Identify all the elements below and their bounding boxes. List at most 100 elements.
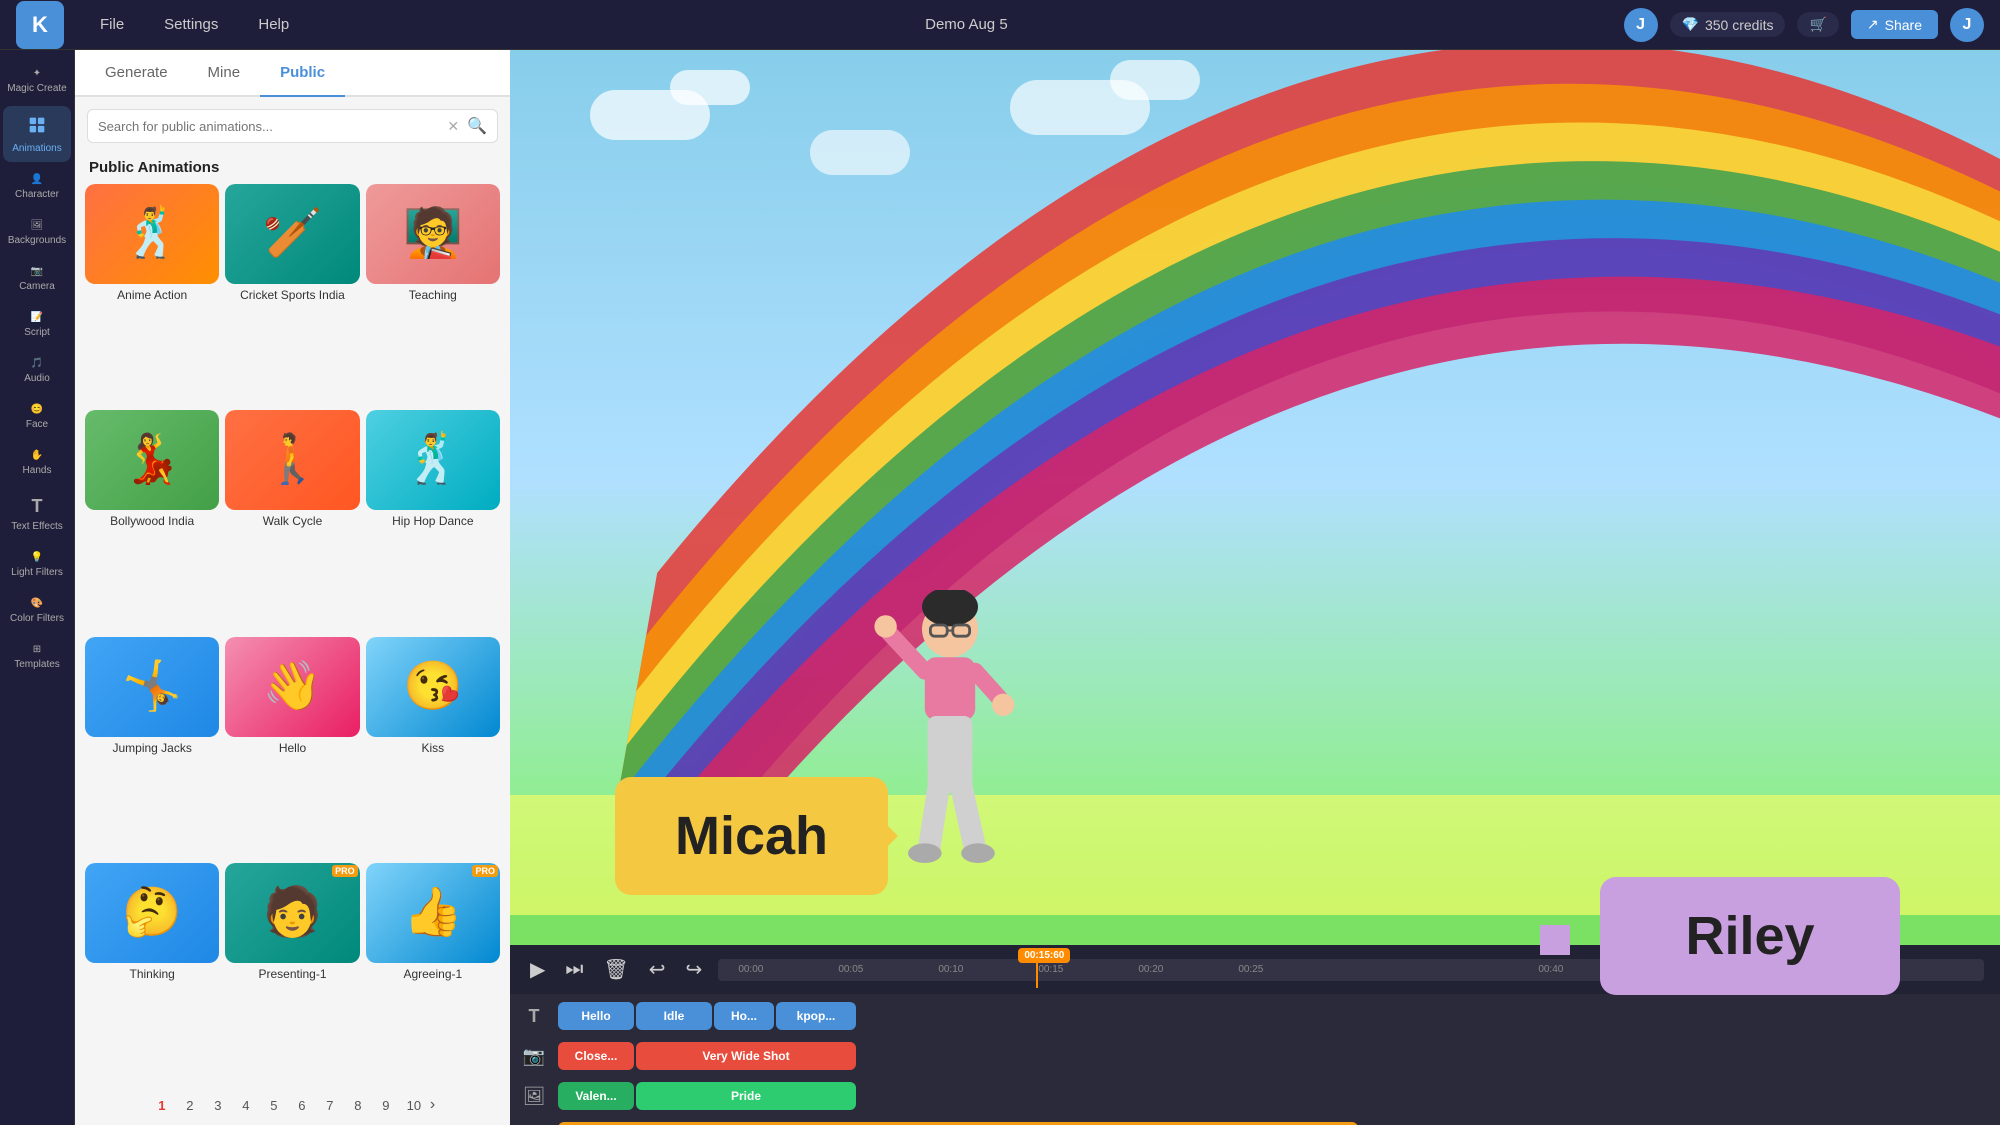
sidebar-item-animations[interactable]: Animations [3, 106, 71, 162]
page-2[interactable]: 2 [178, 1093, 202, 1117]
anim-figure-presenting: 🧑 [263, 889, 323, 937]
track-seg-kpop[interactable]: kpop... [776, 1002, 856, 1030]
anim-anime-action[interactable]: 🕺 Anime Action [85, 184, 219, 404]
anim-jumping[interactable]: 🤸 Jumping Jacks [85, 637, 219, 857]
anim-presenting[interactable]: 🧑 PRO Presenting-1 [225, 863, 359, 1083]
backgrounds-icon: 🖼 [31, 220, 44, 231]
menu-help[interactable]: Help [238, 0, 309, 50]
page-4[interactable]: 4 [234, 1093, 258, 1117]
sidebar-item-text-effects[interactable]: T Text Effects [3, 488, 71, 540]
anim-thumb-teaching: 🧑‍🏫 [366, 184, 500, 284]
app-logo[interactable]: K [16, 1, 64, 49]
skip-button[interactable]: ⏭ [561, 954, 587, 985]
sidebar-label-templates: Templates [14, 659, 60, 670]
track-seg-pride[interactable]: Pride [636, 1082, 856, 1110]
anim-thumb-hello: 👋 [225, 637, 359, 737]
page-9[interactable]: 9 [374, 1093, 398, 1117]
sidebar-item-color-filters[interactable]: 🎨 Color Filters [3, 590, 71, 632]
anim-bollywood[interactable]: 💃 Bollywood India [85, 410, 219, 630]
anim-walk[interactable]: 🚶 Walk Cycle [225, 410, 359, 630]
track-seg-close[interactable]: Close... [558, 1042, 634, 1070]
anim-label-kiss: Kiss [419, 737, 446, 761]
anim-thinking[interactable]: 🤔 Thinking [85, 863, 219, 1083]
sidebar-item-magic-create[interactable]: ✦ Magic Create [3, 60, 71, 102]
anim-kiss[interactable]: 😘 Kiss [366, 637, 500, 857]
sidebar-label-animations: Animations [12, 143, 61, 154]
menu-settings[interactable]: Settings [144, 0, 238, 50]
sidebar-item-face[interactable]: 😊 Face [3, 396, 71, 438]
anim-agreeing[interactable]: 👍 PRO Agreeing-1 [366, 863, 500, 1083]
track-seg-idle[interactable]: Idle [636, 1002, 712, 1030]
anim-figure-jumping: 🤸 [122, 663, 182, 711]
track-icon-bg: 🖼 [510, 1086, 558, 1107]
anim-hiphop[interactable]: 🕺 Hip Hop Dance [366, 410, 500, 630]
anim-label-anime-action: Anime Action [115, 284, 189, 308]
delete-button[interactable]: 🗑 [599, 953, 632, 986]
user-profile[interactable]: J [1950, 8, 1984, 42]
sidebar-item-audio[interactable]: 🎵 Audio [3, 350, 71, 392]
page-6[interactable]: 6 [290, 1093, 314, 1117]
panel-search: ✕ 🔍 [75, 97, 510, 151]
track-seg-valen[interactable]: Valen... [558, 1082, 634, 1110]
menu-file[interactable]: File [80, 0, 144, 50]
anim-figure-anime-action: 🕺 [122, 210, 182, 258]
user-avatar[interactable]: J [1624, 8, 1658, 42]
ruler-time-20: 00:20 [1138, 964, 1163, 975]
tab-public[interactable]: Public [260, 50, 345, 97]
anim-hello[interactable]: 👋 Hello [225, 637, 359, 857]
anim-label-cricket: Cricket Sports India [238, 284, 347, 308]
page-10[interactable]: 10 [402, 1093, 426, 1117]
anim-teaching[interactable]: 🧑‍🏫 Teaching [366, 184, 500, 404]
redo-button[interactable]: ↪ [682, 953, 707, 986]
anim-thumb-anime-action: 🕺 [85, 184, 219, 284]
sidebar-item-backgrounds[interactable]: 🖼 Backgrounds [3, 212, 71, 254]
track-row-3: 🖼 Valen... Pride [510, 1078, 2000, 1114]
light-filters-icon: 💡 [31, 552, 43, 563]
share-button[interactable]: ↗ Share [1851, 10, 1938, 39]
animations-icon [26, 114, 48, 139]
micah-tooltip: Micah [615, 777, 888, 895]
sidebar-icons: ✦ Magic Create Animations 👤 Character 🖼 … [0, 50, 75, 1125]
cloud-1b [670, 70, 750, 105]
sidebar-item-light-filters[interactable]: 💡 Light Filters [3, 544, 71, 586]
search-clear-icon[interactable]: ✕ [447, 118, 459, 135]
sidebar-item-camera[interactable]: 📷 Camera [3, 258, 71, 300]
animations-panel: Generate Mine Public ✕ 🔍 Public Animatio… [75, 50, 510, 1125]
sidebar-item-templates[interactable]: ⊞ Templates [3, 636, 71, 678]
project-title: Demo Aug 5 [309, 16, 1623, 33]
tab-generate[interactable]: Generate [85, 50, 188, 97]
page-7[interactable]: 7 [318, 1093, 342, 1117]
anim-thumb-cricket: 🏏 [225, 184, 359, 284]
ruler-time-40: 00:40 [1538, 964, 1563, 975]
track-seg-ho[interactable]: Ho... [714, 1002, 774, 1030]
page-3[interactable]: 3 [206, 1093, 230, 1117]
sidebar-label-audio: Audio [24, 373, 50, 384]
track-seg-hello[interactable]: Hello [558, 1002, 634, 1030]
undo-button[interactable]: ↩ [645, 953, 670, 986]
sidebar-label-light-filters: Light Filters [11, 567, 63, 578]
play-button[interactable]: ▶ [526, 953, 549, 986]
sidebar-item-script[interactable]: 📝 Script [3, 304, 71, 346]
sidebar-item-character[interactable]: 👤 Character [3, 166, 71, 208]
anim-label-agreeing: Agreeing-1 [401, 963, 464, 987]
anim-label-jumping: Jumping Jacks [110, 737, 193, 761]
cart-icon[interactable]: 🛒 [1797, 12, 1838, 37]
time-marker: 00:15:60 [1018, 948, 1070, 963]
track-content-3: Valen... Pride [558, 1081, 2000, 1111]
track-seg-verywide[interactable]: Very Wide Shot [636, 1042, 856, 1070]
riley-label: Riley [1685, 906, 1814, 966]
page-8[interactable]: 8 [346, 1093, 370, 1117]
track-icon-1: T [510, 1006, 558, 1027]
anim-label-hello: Hello [277, 737, 308, 761]
anim-thumb-walk: 🚶 [225, 410, 359, 510]
page-next[interactable]: › [430, 1096, 435, 1114]
sidebar-label-hands: Hands [23, 465, 52, 476]
page-1[interactable]: 1 [150, 1093, 174, 1117]
tab-mine[interactable]: Mine [188, 50, 261, 97]
anim-cricket[interactable]: 🏏 Cricket Sports India [225, 184, 359, 404]
page-5[interactable]: 5 [262, 1093, 286, 1117]
search-icon[interactable]: 🔍 [467, 116, 487, 136]
sidebar-item-hands[interactable]: ✋ Hands [3, 442, 71, 484]
search-input[interactable] [98, 119, 439, 134]
track-row-1: T Hello Idle Ho... kpop... [510, 998, 2000, 1034]
